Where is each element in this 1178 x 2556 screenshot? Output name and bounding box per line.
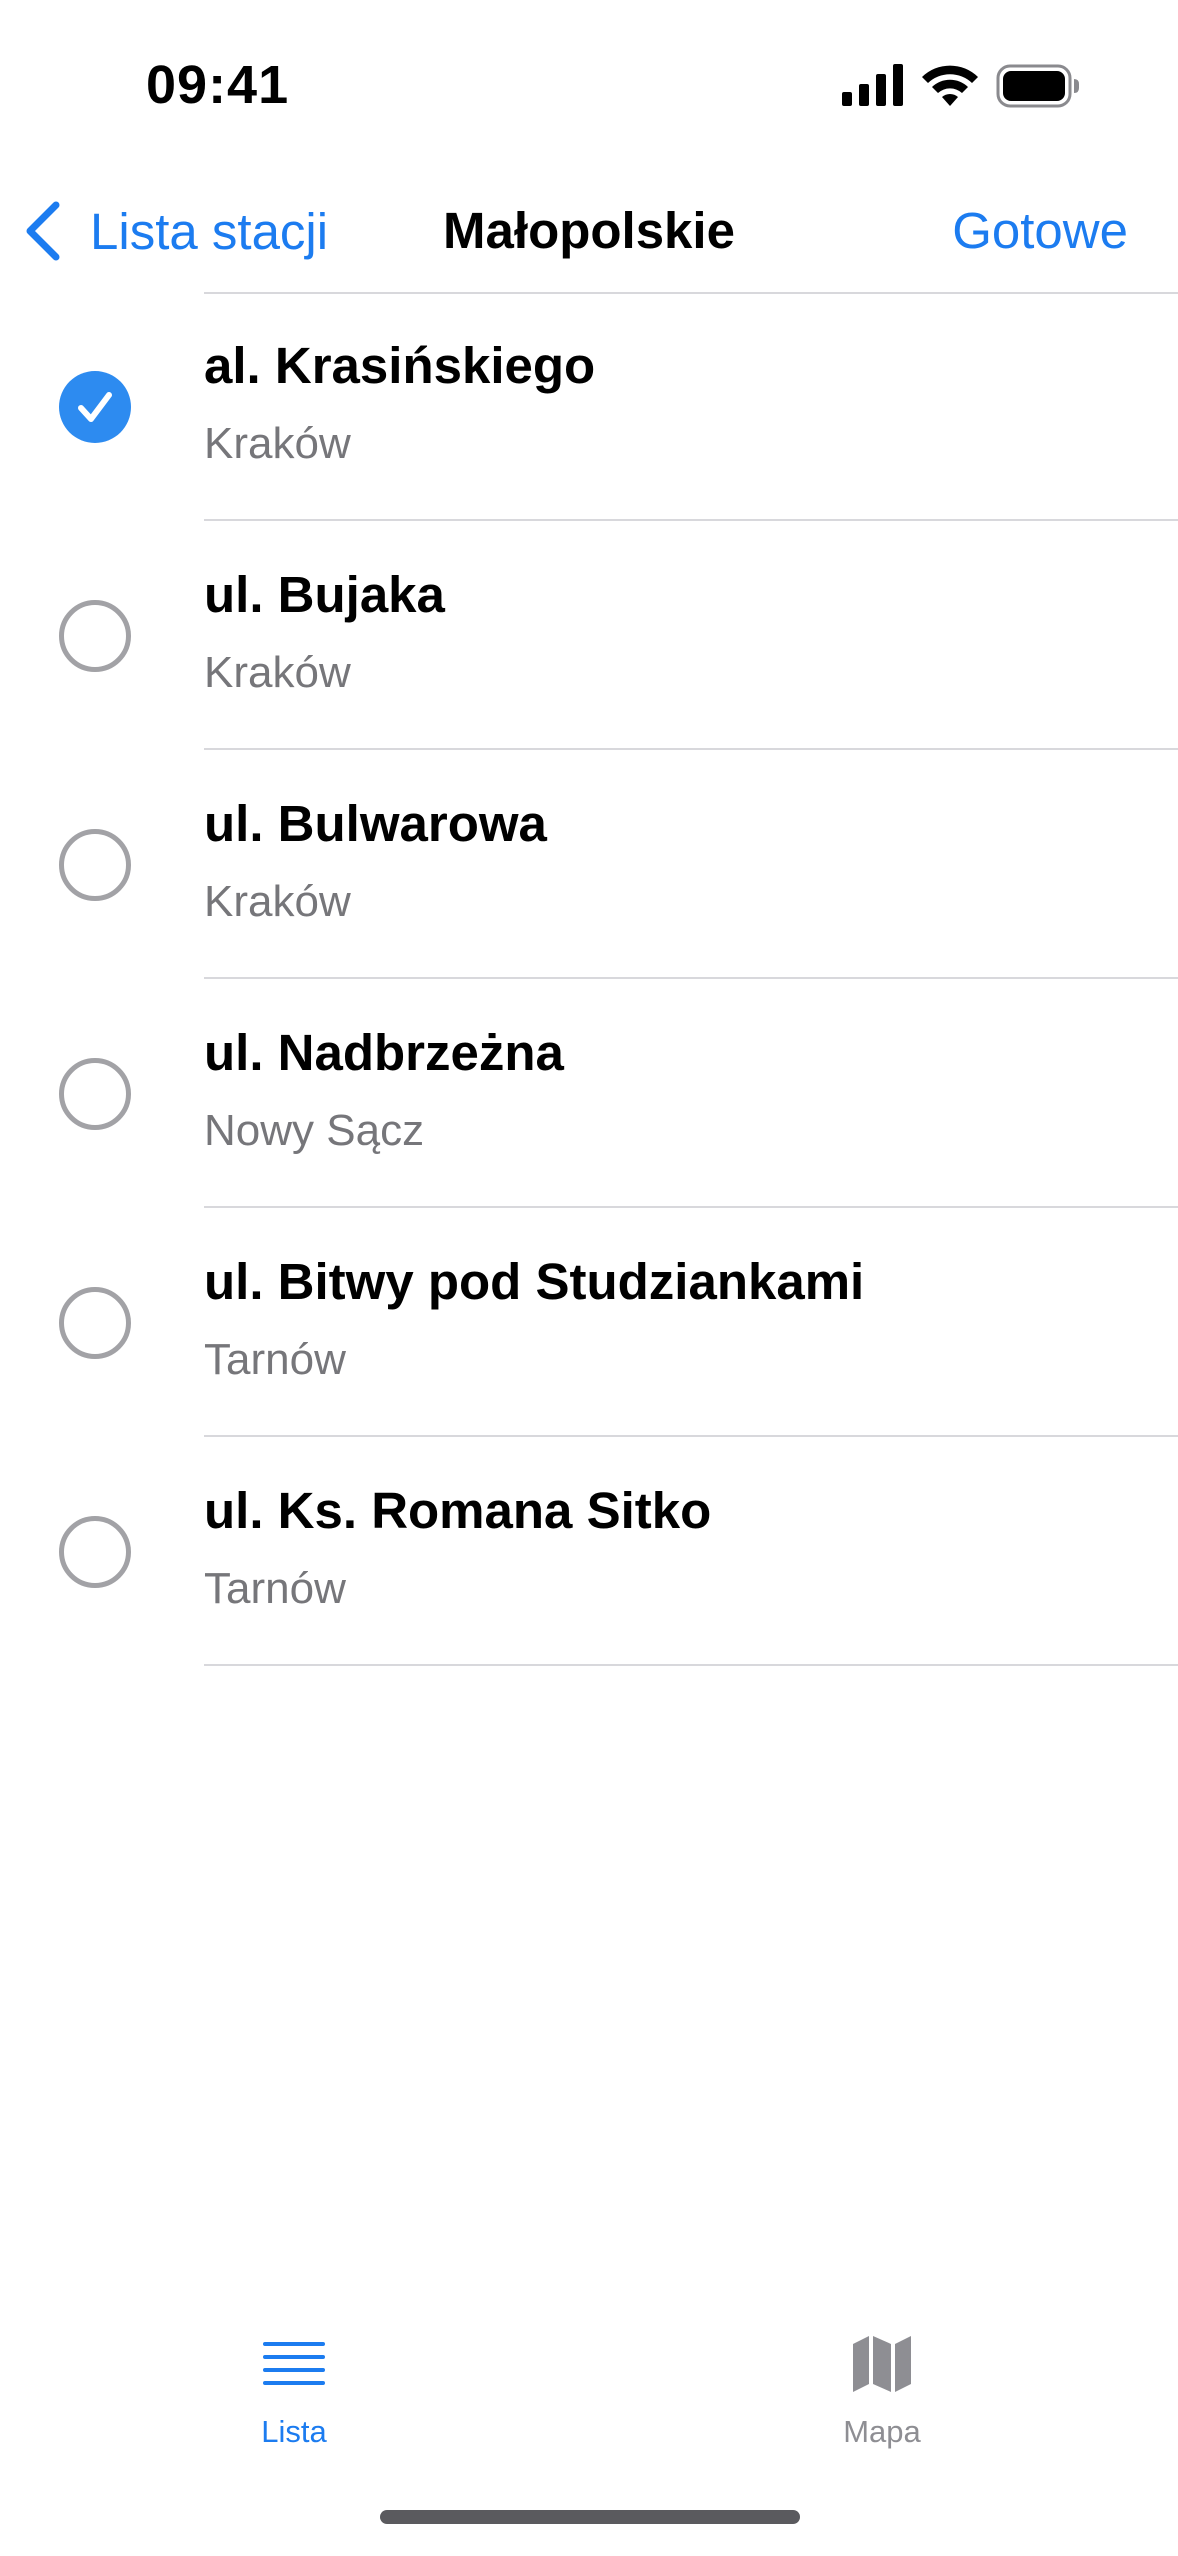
battery-icon (996, 64, 1079, 108)
station-row[interactable]: ul. Ks. Romana Sitko Tarnów (0, 1437, 1178, 1666)
station-city: Kraków (204, 419, 351, 468)
cellular-signal-icon (842, 64, 903, 106)
status-time: 09:41 (146, 55, 290, 115)
empty-circle-icon[interactable] (59, 600, 131, 672)
tab-bar: Lista Mapa (0, 2300, 1178, 2480)
empty-circle-icon[interactable] (59, 1287, 131, 1359)
done-button[interactable]: Gotowe (952, 196, 1128, 266)
tab-mapa[interactable]: Mapa (772, 2330, 992, 2450)
home-indicator (380, 2510, 800, 2524)
checkmark-circle-icon[interactable] (59, 371, 131, 443)
tab-label: Lista (261, 2414, 327, 2449)
station-row[interactable]: al. Krasińskiego Kraków (0, 292, 1178, 521)
list-icon (263, 2342, 325, 2385)
station-city: Tarnów (204, 1564, 346, 1613)
station-list: al. Krasińskiego Kraków ul. Bujaka Krakó… (0, 292, 1178, 1666)
station-city: Tarnów (204, 1335, 346, 1384)
status-bar: 09:41 (0, 0, 1178, 160)
tab-lista[interactable]: Lista (184, 2330, 404, 2450)
station-name: ul. Nadbrzeżna (204, 1024, 564, 1081)
wifi-icon (922, 65, 978, 106)
station-city: Nowy Sącz (204, 1106, 425, 1155)
station-city: Kraków (204, 648, 351, 697)
station-name: ul. Bulwarowa (204, 795, 547, 852)
navigation-bar: Lista stacji Małopolskie Gotowe (0, 170, 1178, 290)
map-icon (853, 2336, 911, 2392)
station-name: ul. Bujaka (204, 566, 445, 623)
station-row[interactable]: ul. Bujaka Kraków (0, 521, 1178, 750)
empty-circle-icon[interactable] (59, 1058, 131, 1130)
empty-circle-icon[interactable] (59, 1516, 131, 1588)
station-city: Kraków (204, 877, 351, 926)
station-name: ul. Ks. Romana Sitko (204, 1482, 712, 1539)
empty-circle-icon[interactable] (59, 829, 131, 901)
tab-label: Mapa (843, 2414, 921, 2449)
station-row[interactable]: ul. Nadbrzeżna Nowy Sącz (0, 979, 1178, 1208)
station-row[interactable]: ul. Bitwy pod Studziankami Tarnów (0, 1208, 1178, 1437)
station-name: al. Krasińskiego (204, 337, 596, 394)
station-name: ul. Bitwy pod Studziankami (204, 1253, 865, 1310)
station-row[interactable]: ul. Bulwarowa Kraków (0, 750, 1178, 979)
